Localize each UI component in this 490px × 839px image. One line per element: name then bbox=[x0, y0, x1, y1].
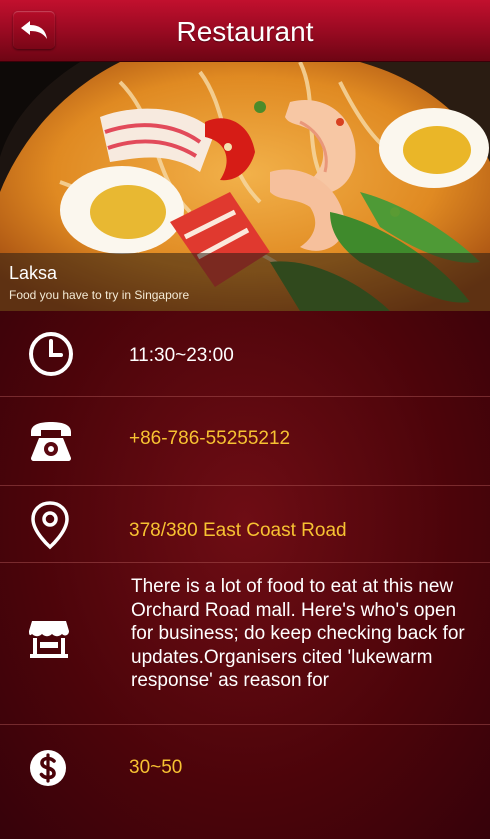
phone-icon bbox=[27, 417, 75, 465]
description-row: There is a lot of food to eat at this ne… bbox=[0, 563, 490, 725]
dish-tagline: Food you have to try in Singapore bbox=[9, 288, 190, 302]
hero-caption: Laksa Food you have to try in Singapore bbox=[0, 253, 490, 311]
description-text: There is a lot of food to eat at this ne… bbox=[131, 576, 465, 692]
page-title: Restaurant bbox=[176, 16, 314, 47]
phone-row[interactable]: +86-786-55255212 bbox=[0, 397, 490, 486]
price-range-text: 30~50 bbox=[129, 757, 183, 778]
location-pin-icon bbox=[26, 501, 74, 550]
phone-number-link[interactable]: +86-786-55255212 bbox=[129, 428, 290, 450]
dish-name: Laksa bbox=[9, 263, 58, 283]
hero-image: Laksa Food you have to try in Singapore bbox=[0, 62, 490, 311]
hours-row: 11:30~23:00 bbox=[0, 311, 490, 397]
clock-icon bbox=[27, 330, 75, 378]
hours-text: 11:30~23:00 bbox=[129, 345, 234, 366]
address-link[interactable]: 378/380 East Coast Road bbox=[129, 520, 347, 542]
price-row: 30~50 bbox=[0, 725, 490, 839]
storefront-icon bbox=[25, 615, 73, 663]
dollar-icon bbox=[24, 744, 72, 792]
app-header: Restaurant bbox=[0, 0, 490, 62]
restaurant-details: 11:30~23:00 +86-786-55255212 378/380 Eas… bbox=[0, 311, 490, 839]
address-row[interactable]: 378/380 East Coast Road bbox=[0, 486, 490, 563]
